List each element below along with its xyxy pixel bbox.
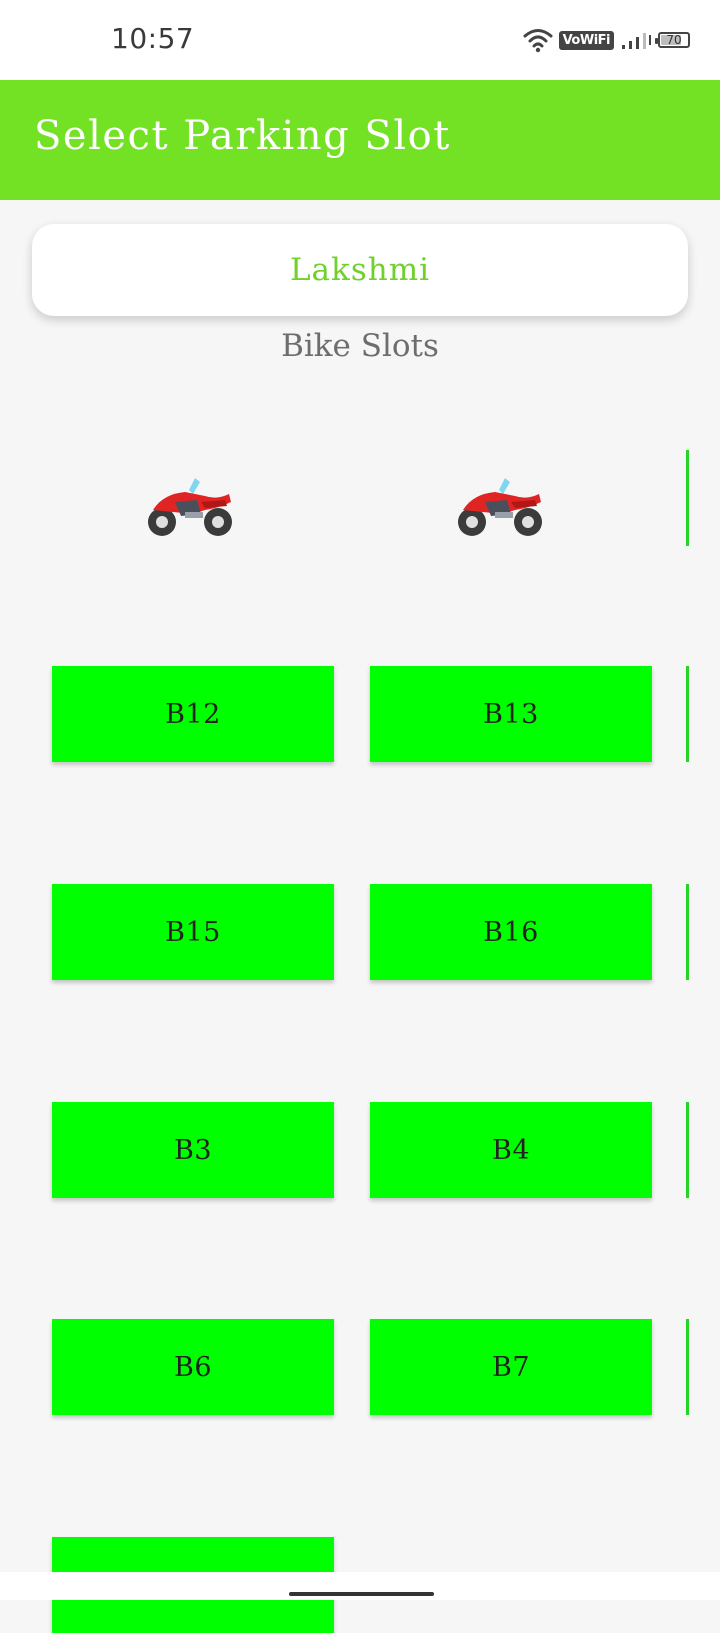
slot-label: B16 <box>483 916 539 948</box>
slot-label: B7 <box>491 1351 531 1383</box>
status-time: 10:57 <box>111 22 195 55</box>
motorcycle-icon[interactable] <box>455 470 545 540</box>
status-bar: 10:57 VoWiFi 70 <box>0 0 720 80</box>
slot-button[interactable]: B12 <box>52 666 334 762</box>
section-title: Bike Slots <box>281 328 439 364</box>
vowifi-badge: VoWiFi <box>558 30 614 50</box>
home-gesture-handle[interactable] <box>289 1592 434 1596</box>
slot-button[interactable]: B13 <box>370 666 652 762</box>
slot-label: B12 <box>165 698 221 730</box>
slot-button[interactable]: B4 <box>370 1102 652 1198</box>
slot-label: B13 <box>483 698 539 730</box>
slot-edge <box>686 666 689 762</box>
battery-level: 70 <box>666 33 682 47</box>
location-card[interactable]: Lakshmi <box>32 224 688 316</box>
signal-icon <box>622 33 651 49</box>
wifi-icon <box>523 29 553 53</box>
status-icons: VoWiFi 70 <box>523 24 690 56</box>
slot-button[interactable]: B15 <box>52 884 334 980</box>
slot-edge <box>686 450 689 546</box>
slot-label: B15 <box>165 916 221 948</box>
app-bar: Select Parking Slot <box>0 80 720 200</box>
location-name: Lakshmi <box>289 252 431 288</box>
slot-button[interactable]: B3 <box>52 1102 334 1198</box>
motorcycle-icon[interactable] <box>145 470 235 540</box>
slot-label: B3 <box>173 1134 213 1166</box>
page-title: Select Parking Slot <box>34 113 451 159</box>
slot-button[interactable]: B16 <box>370 884 652 980</box>
battery-icon: 70 <box>655 32 690 48</box>
slot-edge <box>686 1102 689 1198</box>
slot-edge <box>686 884 689 980</box>
slot-label: B4 <box>491 1134 531 1166</box>
slot-button[interactable]: B6 <box>52 1319 334 1415</box>
slot-button[interactable]: B7 <box>370 1319 652 1415</box>
slot-edge <box>686 1319 689 1415</box>
slot-label: B6 <box>173 1351 213 1383</box>
